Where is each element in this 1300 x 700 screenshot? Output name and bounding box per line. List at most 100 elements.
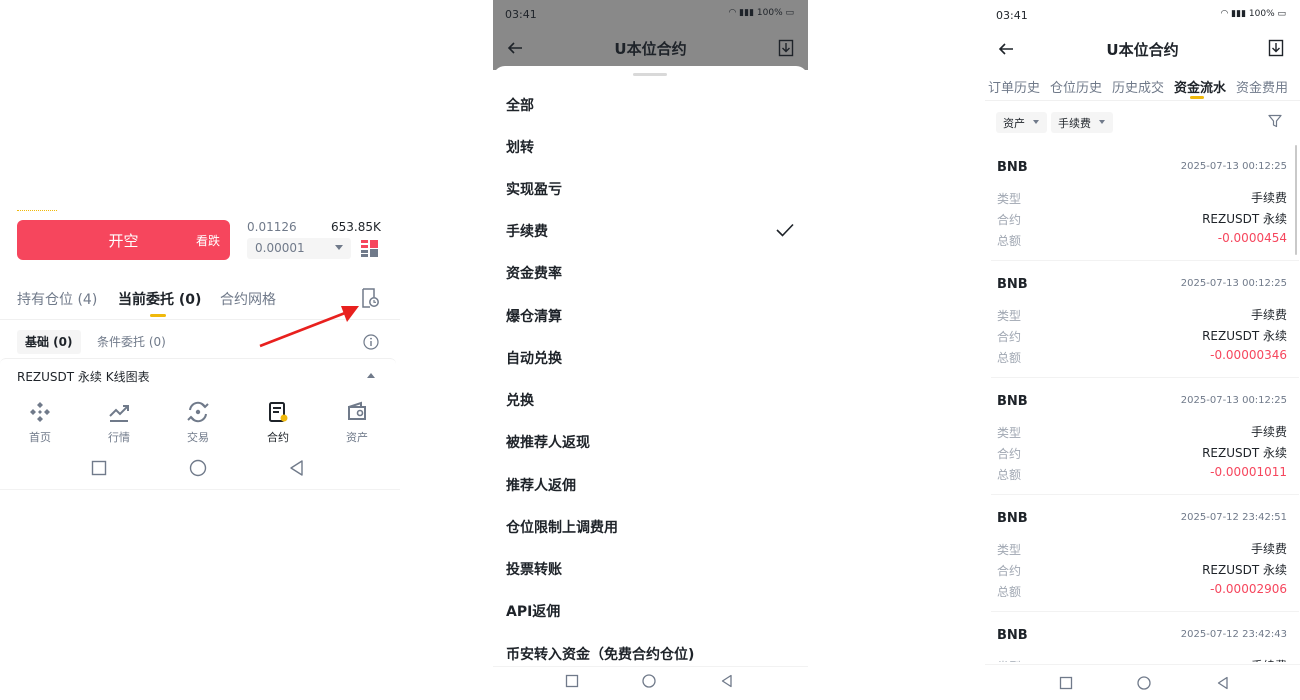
- tab-positions[interactable]: 持有仓位 (4): [17, 289, 97, 309]
- tab-open-orders[interactable]: 当前委托 (0): [118, 289, 201, 309]
- nav-markets-label: 行情: [108, 431, 130, 444]
- list-item[interactable]: BNB 2025-07-13 00:12:25 类型 手续费 合约 REZUSD…: [991, 394, 1299, 506]
- download-icon[interactable]: [1268, 39, 1284, 57]
- amount-label: 总额: [997, 351, 1022, 365]
- back-triangle-icon[interactable]: [1216, 676, 1230, 690]
- futures-trade-panel: 开空 看跌 0.01126 653.85K 0.00001 持有仓位 (4) 当…: [0, 0, 400, 700]
- bearish-label: 看跌: [195, 234, 220, 248]
- kline-chart-toggle[interactable]: REZUSDT 永续 K线图表: [0, 358, 396, 390]
- type-label: 类型: [997, 426, 1022, 440]
- bottom-divider: [985, 664, 1300, 665]
- open-short-button[interactable]: 开空 看跌: [17, 220, 230, 260]
- option-binance-transfer-in[interactable]: 币安转入资金（免费合约仓位): [506, 644, 694, 664]
- record-time: 2025-07-13 00:12:25: [1180, 278, 1287, 289]
- scrollbar[interactable]: [1295, 145, 1297, 255]
- subtab-basic[interactable]: 基础 (0): [17, 330, 81, 354]
- page-title: U本位合约: [1106, 41, 1179, 59]
- back-triangle-icon[interactable]: [288, 459, 306, 477]
- option-referrer-commission[interactable]: 推荐人返佣: [506, 475, 576, 495]
- trade-icon: [187, 401, 209, 423]
- option-vote-transfer[interactable]: 投票转账: [506, 559, 562, 579]
- record-contract: REZUSDT 永续: [1202, 329, 1287, 343]
- status-indicators: ◠ ▮▮▮ 100% ▭: [1220, 9, 1286, 19]
- record-type: 手续费: [1250, 542, 1287, 556]
- filter-funnel-icon[interactable]: [1268, 114, 1282, 128]
- system-nav-bar: [1059, 676, 1234, 696]
- nav-trade-label: 交易: [187, 431, 209, 444]
- active-tab-indicator: [150, 314, 166, 317]
- orderbook-amount: 653.85K: [331, 220, 381, 234]
- precision-value: 0.00001: [255, 241, 305, 255]
- orderbook-price: 0.01126: [247, 220, 297, 234]
- wifi-signal-icon: ◠ ▮▮▮: [728, 8, 757, 18]
- option-exchange[interactable]: 兑换: [506, 390, 534, 410]
- type-filter[interactable]: 手续费: [1051, 112, 1113, 133]
- nav-futures[interactable]: 合约: [248, 397, 308, 445]
- tab-fund-flow[interactable]: 资金流水: [1174, 77, 1226, 96]
- wallet-icon: [348, 401, 366, 420]
- home-icon: [30, 402, 50, 422]
- symbol-chart-label: REZUSDT 永续 K线图表: [17, 370, 150, 384]
- row-divider: [991, 260, 1299, 261]
- record-amount: -0.00000346: [1210, 348, 1287, 362]
- home-circle-icon[interactable]: [642, 674, 656, 688]
- nav-assets-label: 资产: [346, 431, 368, 444]
- nav-assets[interactable]: 资产: [327, 397, 387, 445]
- caret-down-icon: [335, 245, 343, 250]
- option-position-limit-fee[interactable]: 仓位限制上调费用: [506, 517, 618, 537]
- option-api-rebate[interactable]: API返佣: [506, 601, 560, 621]
- contract-label: 合约: [997, 330, 1022, 344]
- annotation-arrow-icon: [259, 306, 359, 348]
- asset-filter[interactable]: 资产: [996, 112, 1047, 133]
- record-time: 2025-07-12 23:42:43: [1180, 629, 1287, 640]
- list-item[interactable]: BNB 2025-07-13 00:12:25 类型 手续费 合约 REZUSD…: [991, 277, 1299, 389]
- subtab-conditional[interactable]: 条件委托 (0): [97, 333, 166, 350]
- option-all[interactable]: 全部: [506, 95, 534, 115]
- wifi-signal-icon: ◠ ▮▮▮: [1220, 9, 1249, 19]
- system-nav-bar: [565, 674, 740, 694]
- record-contract: REZUSDT 永续: [1202, 212, 1287, 226]
- home-circle-icon[interactable]: [1137, 676, 1151, 690]
- list-item[interactable]: BNB 2025-07-13 00:12:25 类型 手续费 合约 REZUSD…: [991, 160, 1299, 272]
- info-icon[interactable]: [363, 334, 379, 350]
- sheet-handle[interactable]: [633, 73, 667, 76]
- option-fee[interactable]: 手续费: [506, 221, 548, 241]
- download-icon[interactable]: [778, 39, 794, 57]
- nav-home[interactable]: 首页: [10, 397, 70, 445]
- recent-apps-icon[interactable]: [565, 674, 579, 688]
- back-triangle-icon[interactable]: [720, 674, 734, 688]
- recent-apps-icon[interactable]: [1059, 676, 1073, 690]
- nav-trade[interactable]: 交易: [168, 397, 228, 445]
- status-indicators: ◠ ▮▮▮ 100% ▭: [728, 8, 794, 18]
- option-auto-exchange[interactable]: 自动兑换: [506, 348, 562, 368]
- option-funding-rate[interactable]: 资金费率: [506, 263, 562, 283]
- record-type: 手续费: [1251, 657, 1287, 662]
- recent-apps-icon[interactable]: [90, 459, 108, 477]
- precision-select[interactable]: 0.00001: [247, 238, 351, 259]
- fund-type-sheet-panel: 03:41 ◠ ▮▮▮ 100% ▭ U本位合约 全部 划转 实现盈亏 手续费 …: [493, 0, 808, 700]
- list-item[interactable]: BNB 2025-07-12 23:42:51 类型 手续费 合约 REZUSD…: [991, 511, 1299, 623]
- tab-funding-fee[interactable]: 资金费用: [1236, 77, 1288, 96]
- futures-icon: [269, 402, 288, 422]
- option-transfer[interactable]: 划转: [506, 137, 534, 157]
- home-circle-icon[interactable]: [189, 459, 207, 477]
- nav-markets[interactable]: 行情: [89, 397, 149, 445]
- fund-flow-history-panel: 03:41 ◠ ▮▮▮ 100% ▭ U本位合约 订单历史 仓位历史 历史成交 …: [985, 0, 1300, 700]
- record-asset: BNB: [997, 160, 1028, 175]
- caret-down-icon: [1099, 120, 1105, 124]
- tab-position-history[interactable]: 仓位历史: [1050, 77, 1102, 96]
- list-item[interactable]: BNB 2025-07-12 23:42:43 类型 手续费: [997, 628, 1287, 662]
- battery-text: 100%: [756, 8, 783, 18]
- tab-trade-history[interactable]: 历史成交: [1112, 77, 1164, 96]
- record-asset: BNB: [997, 394, 1028, 409]
- option-realized-pnl[interactable]: 实现盈亏: [506, 179, 562, 199]
- amount-label: 总额: [997, 468, 1022, 482]
- markets-icon: [109, 405, 129, 422]
- dimmed-header: 03:41 ◠ ▮▮▮ 100% ▭ U本位合约: [493, 0, 808, 70]
- tab-order-history[interactable]: 订单历史: [988, 77, 1040, 96]
- collapse-icon: [367, 373, 375, 378]
- option-referee-cashback[interactable]: 被推荐人返现: [506, 432, 590, 452]
- option-liquidation[interactable]: 爆仓清算: [506, 306, 562, 326]
- orderbook-layout-icon[interactable]: [361, 240, 378, 257]
- contract-label: 合约: [997, 447, 1022, 461]
